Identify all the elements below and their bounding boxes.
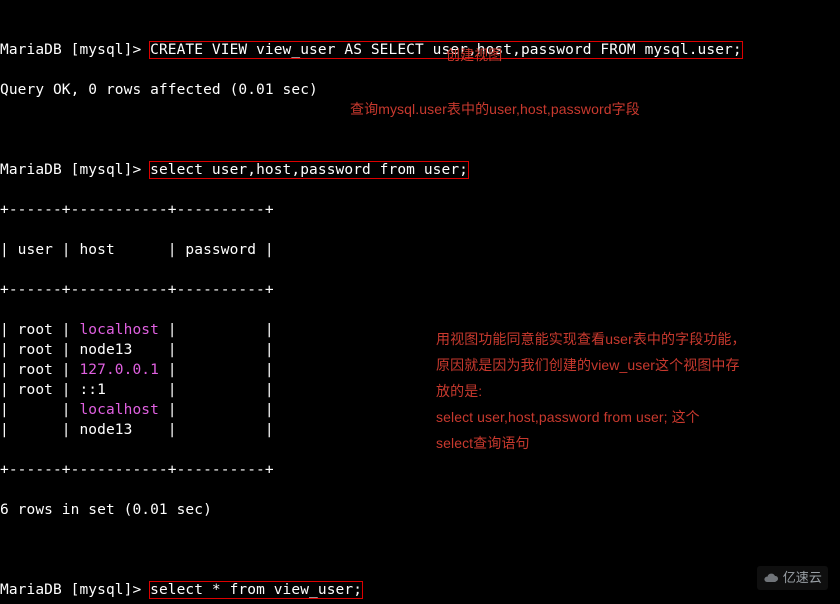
sql-select-view: select * from view_user; <box>150 582 362 598</box>
prompt[interactable]: MariaDB [mysql]> <box>0 42 150 58</box>
annotation-query-fields: 查询mysql.user表中的user,host,password字段 <box>350 96 640 122</box>
table-header: | user | host | password | <box>0 240 840 260</box>
cloud-icon <box>763 570 779 586</box>
table-sep: +------+-----------+----------+ <box>0 200 840 220</box>
terminal-output: MariaDB [mysql]> CREATE VIEW view_user A… <box>0 0 840 604</box>
annotation-explanation: 用视图功能同意能实现查看user表中的字段功能， 原因就是因为我们创建的view… <box>436 326 796 456</box>
sql-select-user: select user,host,password from user; <box>150 162 468 178</box>
table-sep: +------+-----------+----------+ <box>0 460 840 480</box>
prompt[interactable]: MariaDB [mysql]> <box>0 162 150 178</box>
prompt[interactable]: MariaDB [mysql]> <box>0 582 150 598</box>
rows-in-set: 6 rows in set (0.01 sec) <box>0 500 840 520</box>
annotation-create-view: 创建视图 <box>446 42 502 68</box>
watermark: 亿速云 <box>757 566 828 590</box>
table-sep: +------+-----------+----------+ <box>0 280 840 300</box>
